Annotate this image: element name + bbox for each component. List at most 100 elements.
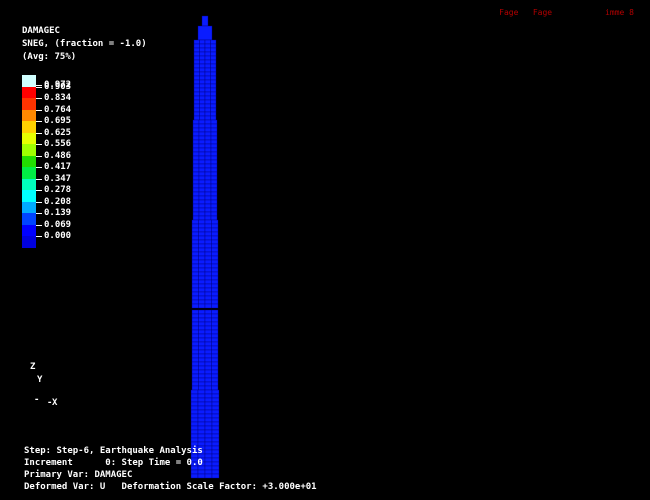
mesh-element xyxy=(204,71,211,77)
mesh-element xyxy=(210,195,218,201)
mesh-element xyxy=(191,381,199,387)
mesh-element xyxy=(204,219,212,225)
mesh-element xyxy=(211,457,220,463)
mesh-element xyxy=(191,299,199,305)
mesh-element xyxy=(197,469,206,475)
viewport[interactable]: Fage Fage imme 8 DAMAGEC SNEG, (fraction… xyxy=(0,0,650,500)
mesh-element xyxy=(192,215,200,221)
mesh-element xyxy=(210,79,217,85)
legend-tick-mark xyxy=(36,236,42,237)
mesh-element xyxy=(210,91,217,97)
legend-swatch xyxy=(22,213,36,225)
mesh-element xyxy=(191,337,199,343)
triad-origin: - xyxy=(34,395,40,405)
mesh-element xyxy=(204,377,212,383)
mesh-element xyxy=(190,401,199,407)
mesh-element xyxy=(210,139,218,145)
mesh-element xyxy=(211,385,219,391)
mesh-element xyxy=(211,473,220,479)
mesh-element xyxy=(198,155,206,161)
mesh-element xyxy=(210,39,217,45)
mesh-element xyxy=(191,231,199,237)
mesh-element xyxy=(191,263,199,269)
mesh-element xyxy=(193,59,200,65)
legend-swatch xyxy=(22,86,36,98)
mesh-element xyxy=(204,259,212,265)
mesh-element xyxy=(198,373,206,379)
mesh-element xyxy=(204,119,212,125)
mesh-element xyxy=(211,219,219,225)
mesh-element xyxy=(192,187,200,193)
mesh-element xyxy=(211,341,219,347)
mesh-element xyxy=(191,247,199,253)
mesh-element xyxy=(192,139,200,145)
legend-tick-mark xyxy=(36,201,42,203)
mesh-element xyxy=(190,473,199,479)
mesh-element xyxy=(204,63,211,69)
mesh-element xyxy=(211,373,219,379)
mesh-element xyxy=(204,107,211,113)
legend-tick-mark xyxy=(36,213,42,214)
mesh-element xyxy=(198,381,206,387)
mesh-element xyxy=(197,413,206,419)
mesh-element xyxy=(204,283,212,289)
mesh-element xyxy=(191,361,199,367)
mesh-element xyxy=(198,263,206,269)
mesh-element xyxy=(210,63,217,69)
mesh-element xyxy=(210,111,217,117)
mesh-element xyxy=(211,433,220,439)
mesh-element xyxy=(198,159,206,165)
mesh-element xyxy=(204,299,212,305)
mesh-element xyxy=(191,309,199,315)
mesh-element xyxy=(204,445,213,451)
legend-tick-mark xyxy=(36,224,42,226)
mesh-element xyxy=(211,337,219,343)
mesh-element xyxy=(199,83,206,89)
legend-swatch xyxy=(22,224,36,236)
mesh-element xyxy=(211,377,219,383)
mesh-element xyxy=(204,405,213,411)
mesh-element xyxy=(193,63,200,69)
mesh-element xyxy=(204,393,213,399)
mesh-element xyxy=(198,223,206,229)
mesh-element xyxy=(192,151,200,157)
mesh-element xyxy=(210,67,217,73)
mesh-element xyxy=(198,191,206,197)
mesh-element xyxy=(211,361,219,367)
legend-tick-mark xyxy=(36,190,42,191)
mesh-element xyxy=(211,239,219,245)
mesh-element xyxy=(199,115,206,121)
mesh-element xyxy=(211,381,219,387)
mesh-element xyxy=(204,139,212,145)
mesh-element xyxy=(198,143,206,149)
mesh-element xyxy=(198,349,206,355)
mesh-element xyxy=(204,43,211,49)
mesh-element xyxy=(204,211,212,217)
mesh-element xyxy=(210,59,217,65)
mesh-element xyxy=(211,425,220,431)
mesh-element xyxy=(191,369,199,375)
mesh-element xyxy=(210,203,218,209)
legend-swatch xyxy=(22,155,36,167)
mesh-element xyxy=(204,287,212,293)
triad-x-axis: - xyxy=(47,398,53,408)
fe-model[interactable] xyxy=(180,10,230,490)
mesh-element xyxy=(204,271,212,277)
mesh-element xyxy=(191,341,199,347)
mesh-element xyxy=(199,71,206,77)
mesh-element xyxy=(210,199,218,205)
mesh-element xyxy=(204,235,212,241)
legend-tick-label: 0.069 xyxy=(44,219,72,230)
mesh-element xyxy=(204,413,213,419)
mesh-element xyxy=(204,103,211,109)
mesh-element xyxy=(211,313,219,319)
mesh-element xyxy=(191,377,199,383)
legend-title-variable: DAMAGEC xyxy=(22,26,60,36)
mesh-element xyxy=(198,341,206,347)
mesh-element xyxy=(193,103,200,109)
mesh-element xyxy=(198,175,206,181)
mesh-element xyxy=(197,401,206,407)
mesh-element xyxy=(211,449,220,455)
mesh-element xyxy=(210,191,218,197)
status-deformed-var: Deformed Var: U Deformation Scale Factor… xyxy=(24,482,317,492)
